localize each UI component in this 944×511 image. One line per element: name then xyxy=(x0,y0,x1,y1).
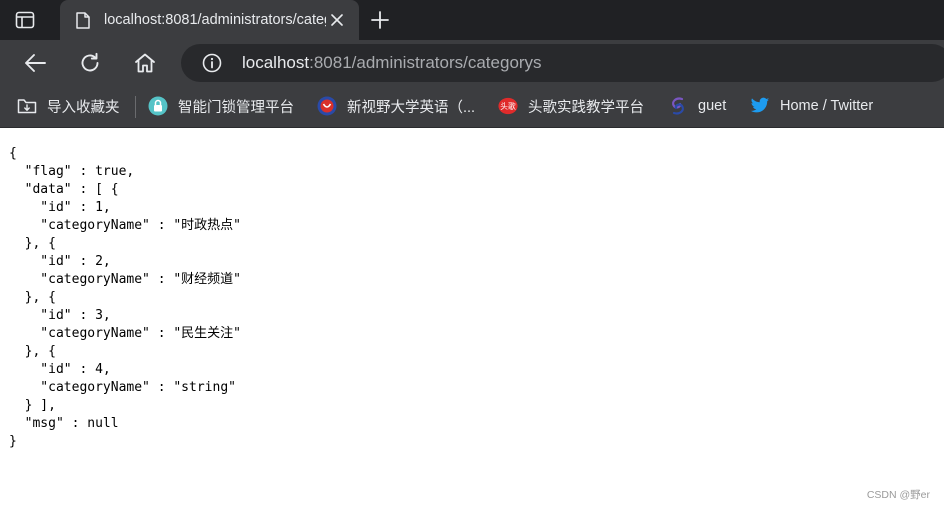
active-tab[interactable]: localhost:8081/administrators/categorys xyxy=(60,0,359,40)
toutiao-logo-icon: 头歌 xyxy=(498,96,518,116)
json-response: { "flag" : true, "data" : [ { "id" : 1, … xyxy=(9,146,242,449)
bookmark-guet[interactable]: guet xyxy=(668,95,726,117)
tab-actions-icon[interactable] xyxy=(14,10,36,30)
address-bar[interactable]: localhost:8081/administrators/categorys xyxy=(181,44,944,82)
reload-icon[interactable] xyxy=(78,51,102,75)
close-tab-icon[interactable] xyxy=(329,12,345,28)
toolbar: localhost:8081/administrators/categorys xyxy=(0,40,944,86)
bookmark-import-folder[interactable]: 导入收藏夹 xyxy=(17,95,120,117)
twitter-bird-icon xyxy=(750,96,770,116)
lock-circle-icon xyxy=(148,96,168,116)
url-text[interactable]: localhost:8081/administrators/categorys xyxy=(242,53,542,73)
tab-strip: localhost:8081/administrators/categorys xyxy=(0,0,944,40)
bookmark-label: 新视野大学英语（... xyxy=(347,99,476,116)
bookmarks-separator xyxy=(135,96,136,118)
bookmark-smart-lock[interactable]: 智能门锁管理平台 xyxy=(148,95,294,117)
page-icon xyxy=(76,11,92,29)
bookmark-label: 智能门锁管理平台 xyxy=(178,99,294,116)
new-tab-icon[interactable] xyxy=(368,8,392,32)
bookmark-new-horizon[interactable]: 新视野大学英语（... xyxy=(317,95,475,117)
svg-text:头歌: 头歌 xyxy=(500,101,516,111)
bookmarks-bar: 导入收藏夹 智能门锁管理平台 新视野大学英语（... 头歌 头歌实践教学平台 g… xyxy=(0,86,944,128)
bookmark-label: Home / Twitter xyxy=(780,98,874,114)
bookmark-twitter[interactable]: Home / Twitter xyxy=(750,95,873,117)
import-folder-icon xyxy=(17,96,37,116)
swirl-logo-icon xyxy=(668,96,688,116)
bookmark-educoder[interactable]: 头歌 头歌实践教学平台 xyxy=(498,95,644,117)
bookmark-label: 头歌实践教学平台 xyxy=(528,99,644,116)
url-path: :8081/administrators/categorys xyxy=(309,53,542,72)
watermark: CSDN @野er xyxy=(866,489,930,501)
info-icon[interactable] xyxy=(201,52,223,74)
page-content: { "flag" : true, "data" : [ { "id" : 1, … xyxy=(0,128,944,511)
bookmark-label: guet xyxy=(698,98,727,114)
home-icon[interactable] xyxy=(133,51,157,75)
url-host: localhost xyxy=(242,53,310,72)
tab-title: localhost:8081/administrators/categorys xyxy=(104,12,326,28)
back-arrow-icon[interactable] xyxy=(23,51,47,75)
bookmark-label: 导入收藏夹 xyxy=(47,99,120,116)
red-blue-logo-icon xyxy=(317,96,337,116)
